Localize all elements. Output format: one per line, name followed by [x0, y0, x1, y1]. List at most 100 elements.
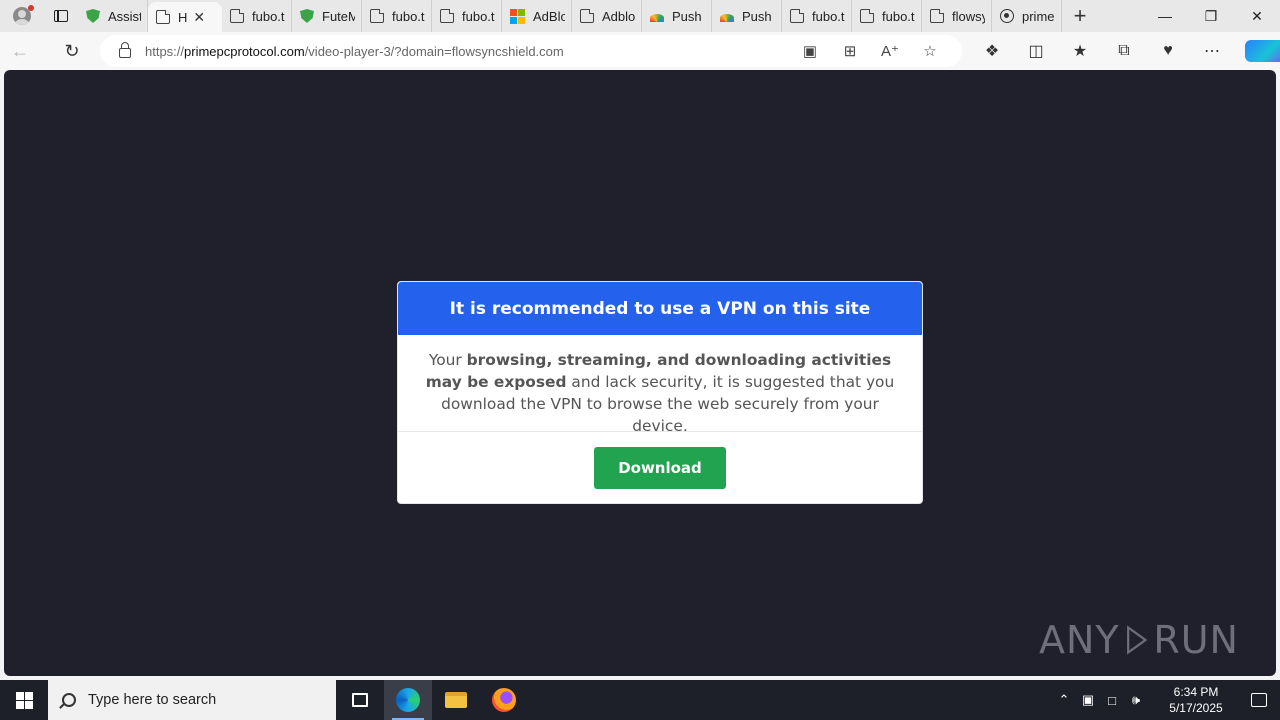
vpn-popup-footer: Download	[398, 432, 922, 503]
microsoft-icon	[510, 8, 525, 24]
browser-tab[interactable]: fubo.t	[782, 0, 852, 32]
page-content: It is recommended to use a VPN on this s…	[4, 70, 1276, 676]
browser-tab[interactable]: Assisti	[78, 0, 148, 32]
browser-tab[interactable]: prime	[992, 0, 1062, 32]
device-icon[interactable]: ▣	[790, 42, 830, 60]
notifications-button[interactable]	[1238, 693, 1280, 707]
tab-actions-button[interactable]	[44, 0, 78, 32]
notification-dot	[28, 5, 34, 11]
tab-label: Assisti	[108, 8, 141, 24]
copilot-icon[interactable]	[1245, 40, 1280, 62]
download-button[interactable]: Download	[594, 447, 726, 489]
url-host: primepcprotocol.com	[184, 43, 305, 59]
close-tab-icon[interactable]: ✕	[193, 9, 205, 26]
address-bar-actions: ▣ ⊞ A⁺ ☆	[790, 35, 950, 67]
tab-label: Push N	[672, 8, 705, 24]
profile-avatar[interactable]	[0, 0, 44, 32]
system-tray: ⌃ ▣ □ 🕪 6:34 PM 5/17/2025	[1052, 680, 1280, 720]
taskbar: Type here to search ⌃ ▣ □ 🕪 6:34 PM 5/17…	[0, 680, 1280, 720]
search-placeholder: Type here to search	[88, 692, 217, 708]
browser-tab[interactable]: flowsy	[922, 0, 992, 32]
network-icon[interactable]: □	[1100, 693, 1124, 708]
tab-label: fubo.t	[462, 8, 495, 24]
document-icon	[156, 10, 170, 24]
extensions-icon[interactable]: ❖	[970, 41, 1014, 61]
minimize-button[interactable]: —	[1142, 0, 1188, 32]
edge-icon	[396, 688, 420, 712]
tab-label: prime	[1022, 8, 1055, 24]
tab-list: AssistiH✕fubo.tFuteMfubo.tfubo.tAdBloAdb…	[78, 0, 1062, 32]
browser-tab[interactable]: fubo.t	[362, 0, 432, 32]
clock-time: 6:34 PM	[1173, 685, 1219, 699]
play-logo-icon	[1126, 625, 1148, 655]
firefox-button[interactable]	[480, 680, 528, 720]
browser-tab[interactable]: Push N	[712, 0, 782, 32]
document-icon	[370, 9, 384, 23]
camera-icon[interactable]: ▣	[1076, 692, 1100, 708]
refresh-button[interactable]: ↻	[52, 35, 92, 67]
browser-tab[interactable]: fubo.t	[852, 0, 922, 32]
browser-toolbar: ❖ ◫ ★ ⧉ ♥ ⋯	[970, 32, 1280, 70]
rainbow-icon	[720, 14, 734, 22]
tab-label: Adblo	[602, 8, 635, 24]
back-button[interactable]: ←	[0, 35, 40, 67]
tab-label: fubo.t	[882, 8, 915, 24]
volume-icon[interactable]: 🕪	[1124, 692, 1148, 708]
folder-icon	[445, 692, 467, 708]
tab-label: fubo.t	[812, 8, 845, 24]
shield-icon	[300, 9, 314, 23]
document-icon	[790, 9, 804, 23]
new-tab-button[interactable]: +	[1062, 0, 1098, 32]
watermark-right: RUN	[1153, 618, 1239, 662]
performance-icon[interactable]: ♥	[1146, 42, 1190, 60]
document-icon	[440, 9, 454, 23]
url-scheme: https://	[145, 43, 185, 59]
rainbow-icon	[650, 14, 664, 22]
clock-date: 5/17/2025	[1169, 701, 1223, 715]
document-icon	[860, 9, 874, 23]
favorites-icon[interactable]: ★	[1058, 41, 1102, 61]
restore-button[interactable]: ❐	[1188, 0, 1234, 32]
browser-tab[interactable]: H ✕	[148, 2, 222, 32]
start-button[interactable]	[0, 680, 48, 720]
task-view-icon	[352, 693, 368, 707]
tab-label: flowsy	[952, 8, 985, 24]
tab-label: fubo.t	[392, 8, 425, 24]
tab-label: Push N	[742, 8, 775, 24]
read-aloud-icon[interactable]: A⁺	[870, 42, 910, 60]
close-window-button[interactable]: ✕	[1234, 0, 1280, 32]
url-text[interactable]: https://primepcprotocol.com/video-player…	[145, 44, 564, 59]
chevron-up-icon[interactable]: ⌃	[1052, 692, 1076, 708]
vpn-popup: It is recommended to use a VPN on this s…	[397, 281, 923, 504]
document-icon	[930, 9, 944, 23]
tab-strip: AssistiH✕fubo.tFuteMfubo.tfubo.tAdBloAdb…	[0, 0, 1280, 32]
favorite-star-icon[interactable]: ☆	[910, 42, 950, 60]
file-explorer-button[interactable]	[432, 680, 480, 720]
browser-tab[interactable]: AdBlo	[502, 0, 572, 32]
task-view-button[interactable]	[336, 680, 384, 720]
more-menu-icon[interactable]: ⋯	[1190, 41, 1234, 61]
tab-label: FuteM	[322, 8, 355, 24]
shield-icon	[86, 9, 100, 23]
split-screen-icon[interactable]: ◫	[1014, 41, 1058, 61]
browser-tab[interactable]: FuteM	[292, 0, 362, 32]
taskbar-search[interactable]: Type here to search	[48, 680, 336, 720]
tab-label: AdBlo	[533, 8, 565, 24]
browser-tab[interactable]: fubo.t	[222, 0, 292, 32]
windows-logo-icon	[15, 691, 33, 709]
browser-tab[interactable]: Adblo	[572, 0, 642, 32]
collections-icon[interactable]: ⧉	[1102, 42, 1146, 60]
edge-taskbar-button[interactable]	[384, 680, 432, 720]
address-bar[interactable]: https://primepcprotocol.com/video-player…	[100, 35, 962, 67]
apps-icon[interactable]: ⊞	[830, 42, 870, 60]
tab-label: fubo.t	[252, 8, 285, 24]
clock[interactable]: 6:34 PM 5/17/2025	[1154, 684, 1238, 716]
anyrun-watermark: ANY RUN	[1039, 610, 1239, 670]
lock-icon[interactable]	[119, 42, 131, 58]
url-path: /video-player-3/?domain=flowsyncshield.c…	[304, 43, 564, 59]
browser-tab[interactable]: fubo.t	[432, 0, 502, 32]
vpn-popup-title: It is recommended to use a VPN on this s…	[398, 282, 922, 335]
tab-label: H	[178, 9, 188, 25]
document-icon	[580, 9, 594, 23]
browser-tab[interactable]: Push N	[642, 0, 712, 32]
